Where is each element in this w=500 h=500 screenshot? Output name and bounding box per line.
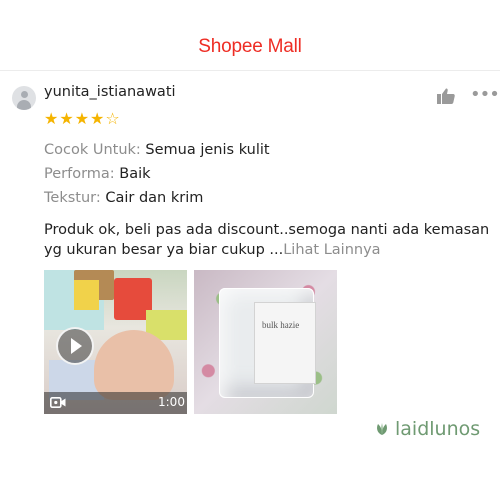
review-text: Produk ok, beli pas ada discount..semoga… [44, 220, 494, 260]
attribute-texture: Tekstur: Cair dan krim [44, 190, 203, 206]
avatar-body [17, 100, 31, 110]
play-icon[interactable] [56, 327, 94, 365]
leaf-icon [377, 423, 387, 435]
star-outline-icon: ☆ [105, 109, 121, 128]
review-photo-thumbnail[interactable]: bulk hazie [194, 270, 337, 414]
star-icon: ★ [44, 109, 60, 128]
star-icon: ★ [90, 109, 106, 128]
avatar-head [20, 91, 28, 98]
star-icon: ★ [74, 109, 91, 128]
avatar[interactable] [12, 86, 36, 110]
review-body: Produk ok, beli pas ada discount..semoga… [44, 222, 490, 258]
reviewer-username[interactable]: yunita_istianawati [44, 84, 176, 100]
attribute-value: Semua jenis kulit [145, 142, 270, 158]
shopee-mall-logo: Shopee Mall [198, 36, 302, 57]
attribute-suitable-for: Cocok Untuk: Semua jenis kulit [44, 142, 270, 158]
product-brand-text: bulk hazie [262, 320, 300, 330]
video-duration: 1:00 [158, 395, 185, 409]
attribute-value: Baik [119, 166, 151, 182]
thumbs-up-icon[interactable] [437, 88, 455, 104]
video-camera-icon [50, 397, 66, 408]
attribute-label: Performa: [44, 166, 120, 182]
see-more-link[interactable]: Lihat Lainnya [283, 242, 380, 258]
header-divider [0, 70, 500, 71]
more-options-icon[interactable]: ••• [470, 86, 500, 104]
attribute-value: Cair dan krim [105, 190, 204, 206]
attribute-label: Tekstur: [44, 190, 106, 206]
rating-stars: ★★★★☆ [44, 110, 121, 128]
watermark-text: laidlunos [395, 418, 481, 440]
attribute-label: Cocok Untuk: [44, 142, 146, 158]
watermark: laidlunos [375, 418, 480, 440]
star-icon: ★ [59, 109, 75, 128]
attribute-performance: Performa: Baik [44, 166, 151, 182]
